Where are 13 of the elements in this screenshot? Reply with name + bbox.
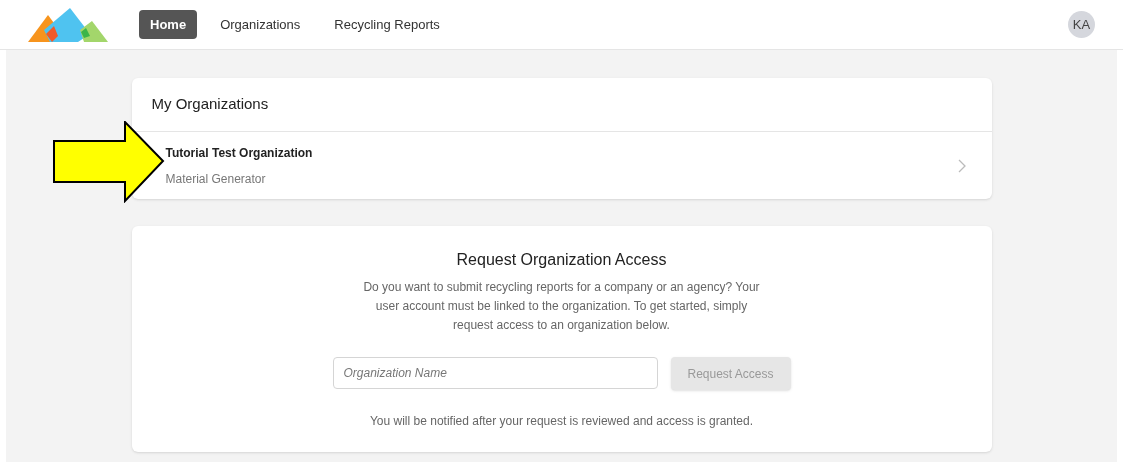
note-text: You will be notified after your request is reviewed and access is granted.: [369, 413, 754, 430]
nav-tab[interactable]: Recycling Reports: [323, 10, 451, 39]
organization-name-field[interactable]: Organization Name: [332, 357, 658, 389]
nav-tab[interactable]: Home: [139, 10, 198, 39]
description-text: Do you want to submit recycling reports for a company or an agency? Your user account must be linked to the organization. To get started, simply request access to an organization below.: [362, 279, 761, 334]
card-title: Request Organization Access: [456, 250, 667, 270]
organization-name[interactable]: Tutorial Test Organization: [165, 143, 313, 162]
user-avatar[interactable]: KA: [1068, 11, 1095, 38]
nav-tab[interactable]: Organizations: [209, 10, 312, 39]
mountain-logo-icon: [28, 7, 108, 42]
chevron-right-icon: [957, 158, 966, 173]
card-title: My Organizations: [131, 78, 992, 132]
organization-role: Material Generator: [165, 170, 266, 188]
